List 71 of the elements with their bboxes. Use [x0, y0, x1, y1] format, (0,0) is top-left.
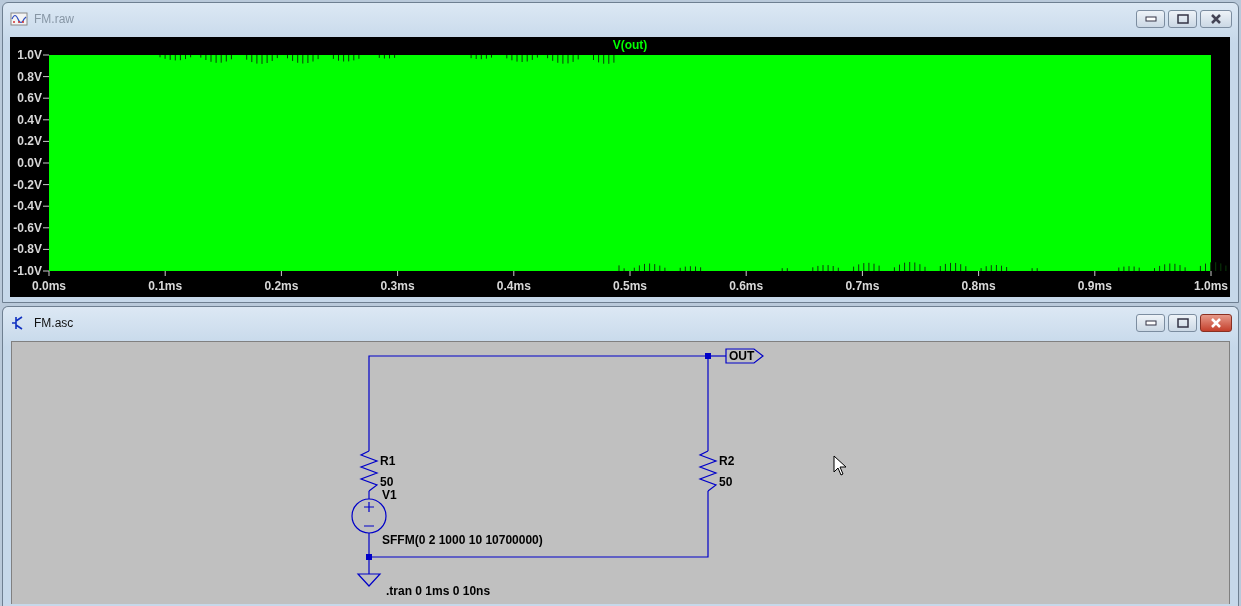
minimize-button[interactable] [1136, 314, 1165, 332]
net-label: OUT [725, 348, 764, 364]
component-value: 50 [719, 475, 733, 489]
tick-mark [42, 54, 50, 56]
tick-mark [397, 270, 399, 277]
tick-mark [280, 270, 282, 277]
axis-label: 1.0V [17, 48, 42, 62]
maximize-icon [1176, 14, 1189, 24]
axis-label: 0.2ms [264, 279, 299, 293]
axis-label: 0.6V [17, 91, 42, 106]
axis-label: 0.9ms [1077, 279, 1112, 293]
tick-mark [42, 97, 50, 99]
resistor-symbol [698, 450, 718, 492]
minimize-icon [1144, 320, 1157, 326]
tick-mark [861, 270, 863, 277]
tick-mark [42, 140, 50, 142]
window-title: FM.asc [34, 316, 75, 330]
minimize-button[interactable] [1136, 10, 1165, 28]
component-label: R1 [380, 454, 396, 468]
tick-mark [42, 76, 50, 78]
voltage-source-symbol [351, 498, 387, 534]
tick-mark [42, 227, 50, 229]
component-label: V1 [382, 488, 397, 502]
axis-label: 0.1ms [148, 279, 183, 293]
minimize-icon [1144, 16, 1157, 22]
component-label: R2 [719, 454, 735, 468]
tick-mark [42, 119, 50, 121]
component-value: 50 [380, 475, 394, 489]
axis-label: 1.0ms [1194, 279, 1228, 293]
window-title: FM.raw [34, 12, 75, 26]
tick-mark [1094, 270, 1096, 277]
close-icon [1210, 318, 1222, 328]
tick-mark [42, 184, 50, 186]
axis-label: 0.6ms [729, 279, 764, 293]
axis-label: 0.0ms [32, 279, 66, 293]
axis-label: 0.5ms [613, 279, 647, 293]
axis-label: 0.7ms [845, 279, 880, 293]
axis-label: 0.2V [17, 134, 42, 149]
tick-mark [42, 248, 50, 250]
trace-label: V(out) [612, 38, 648, 52]
close-button[interactable] [1200, 314, 1232, 332]
axis-label: -0.4V [13, 199, 42, 214]
close-button[interactable] [1200, 10, 1232, 28]
axis-label: 0.4V [17, 112, 42, 127]
waveform-icon [10, 11, 28, 27]
maximize-button[interactable] [1168, 314, 1197, 332]
axis-label: -0.2V [13, 177, 42, 192]
tick-mark [978, 270, 980, 277]
tick-mark [513, 270, 515, 277]
tick-mark [745, 270, 747, 277]
axis-label: -0.8V [13, 242, 42, 257]
axis-label: 0.3ms [380, 279, 415, 293]
ground-symbol [356, 573, 382, 587]
axis-label: 0.8ms [961, 279, 996, 293]
mouse-cursor-icon [833, 455, 847, 476]
axis-label: 0.8V [17, 69, 42, 84]
spice-directive: .tran 0 1ms 0 10ns [386, 584, 491, 598]
tick-mark [1210, 270, 1212, 277]
tick-mark [42, 205, 50, 207]
axis-label: -0.6V [13, 220, 42, 235]
axis-label: 0.0V [17, 156, 42, 170]
tick-mark [42, 162, 50, 164]
component-value: SFFM(0 2 1000 10 10700000) [382, 533, 543, 547]
close-icon [1210, 14, 1222, 24]
maximize-button[interactable] [1168, 10, 1197, 28]
tick-mark [164, 270, 166, 277]
maximize-icon [1176, 318, 1189, 328]
resistor-symbol [359, 450, 379, 492]
axis-label: 0.4ms [496, 279, 531, 293]
axis-label: -1.0V [13, 264, 42, 278]
tick-mark [629, 270, 631, 277]
